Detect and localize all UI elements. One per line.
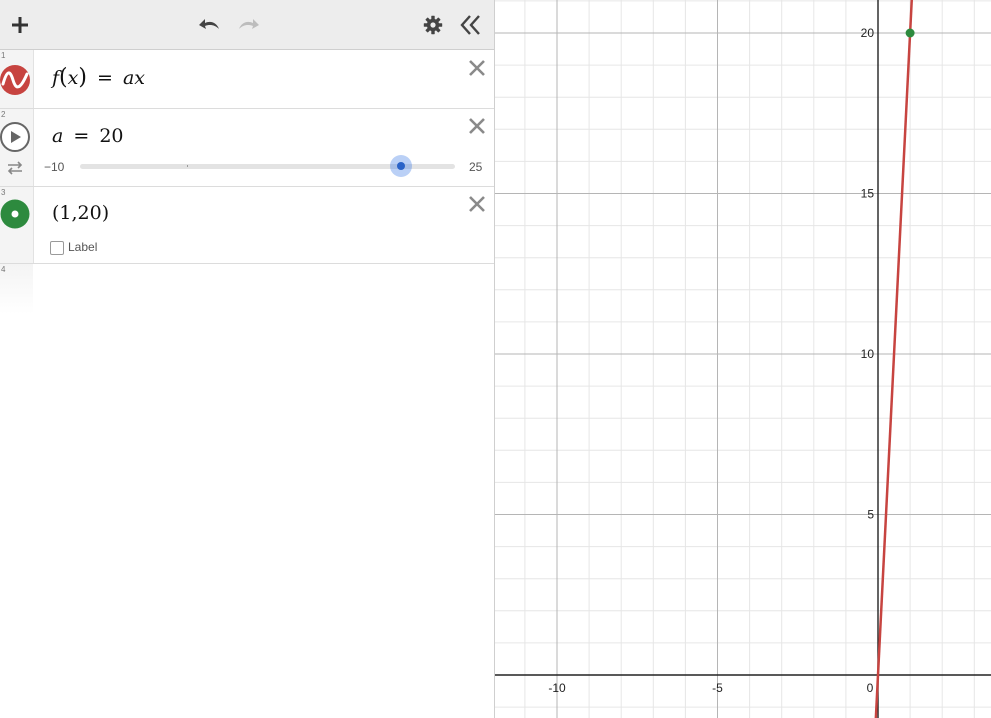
graph-point [905, 28, 915, 38]
add-item-button[interactable] [6, 11, 34, 39]
undo-icon [199, 19, 219, 29]
function-argument: x [67, 67, 79, 89]
repeat-icon[interactable] [6, 160, 24, 176]
expression-gutter: 4 [0, 264, 33, 314]
delete-expression-icon[interactable] [467, 194, 487, 214]
expression-index: 2 [1, 110, 6, 119]
slider-value: 20 [99, 125, 124, 147]
y-tick-label: 20 [861, 26, 875, 40]
expression-gutter: 1 [0, 50, 34, 108]
function-body: ax [122, 67, 146, 89]
gear-icon [423, 15, 443, 35]
y-tick-label: 5 [867, 508, 874, 522]
y-tick-label: 10 [861, 347, 875, 361]
expression-item-function[interactable]: 1 f(x) = ax [0, 50, 494, 109]
expression-math[interactable]: (1,20) [52, 202, 109, 224]
redo-button[interactable] [234, 11, 262, 39]
function-name: f [52, 67, 60, 89]
slider-handle[interactable] [390, 155, 413, 177]
slider-max[interactable]: 25 [469, 160, 482, 174]
expression-item-empty[interactable]: 4 [0, 264, 494, 314]
expression-gutter: 2 [0, 109, 34, 186]
graph-svg[interactable]: 5 10 15 20 -10 -5 0 [495, 0, 991, 718]
expression-gutter: 3 [0, 187, 34, 263]
plus-icon [12, 17, 28, 33]
slider-handle-dot [397, 162, 406, 170]
redo-icon [239, 19, 259, 29]
slider-tick [187, 165, 188, 167]
delete-expression-icon[interactable] [467, 58, 487, 78]
expression-index: 1 [1, 51, 6, 60]
y-tick-label: 15 [861, 187, 875, 201]
undo-button[interactable] [196, 11, 224, 39]
expression-math[interactable]: a = 20 [52, 125, 124, 147]
function-wave-icon[interactable] [0, 64, 32, 96]
collapse-panel-button[interactable] [457, 11, 485, 39]
toolbar [0, 0, 494, 50]
expression-index: 3 [1, 188, 6, 197]
expression-item-slider[interactable]: 2 a = 20 −10 25 [0, 109, 494, 187]
label-checkbox-text[interactable]: Label [68, 240, 97, 254]
expression-index: 4 [1, 265, 6, 274]
x-tick-label: 0 [867, 681, 874, 695]
point-icon[interactable] [0, 199, 31, 230]
delete-expression-icon[interactable] [467, 116, 487, 136]
point-coordinates: (1,20) [52, 202, 110, 224]
expression-item-point[interactable]: 3 (1,20) Label [0, 187, 494, 264]
slider-min[interactable]: −10 [44, 160, 64, 174]
expression-panel: 1 f(x) = ax 2 a = 20 −10 25 3 (1,20) Lab… [0, 0, 495, 718]
label-checkbox[interactable] [50, 241, 64, 255]
slider-variable: a [52, 125, 64, 147]
double-chevron-left-icon [460, 15, 480, 35]
graph-canvas[interactable]: 5 10 15 20 -10 -5 0 [495, 0, 991, 718]
x-tick-label: -10 [548, 681, 566, 695]
x-tick-label: -5 [712, 681, 723, 695]
graph-settings-button[interactable] [419, 11, 447, 39]
expression-math[interactable]: f(x) = ax [52, 65, 145, 90]
play-icon[interactable] [0, 122, 31, 153]
